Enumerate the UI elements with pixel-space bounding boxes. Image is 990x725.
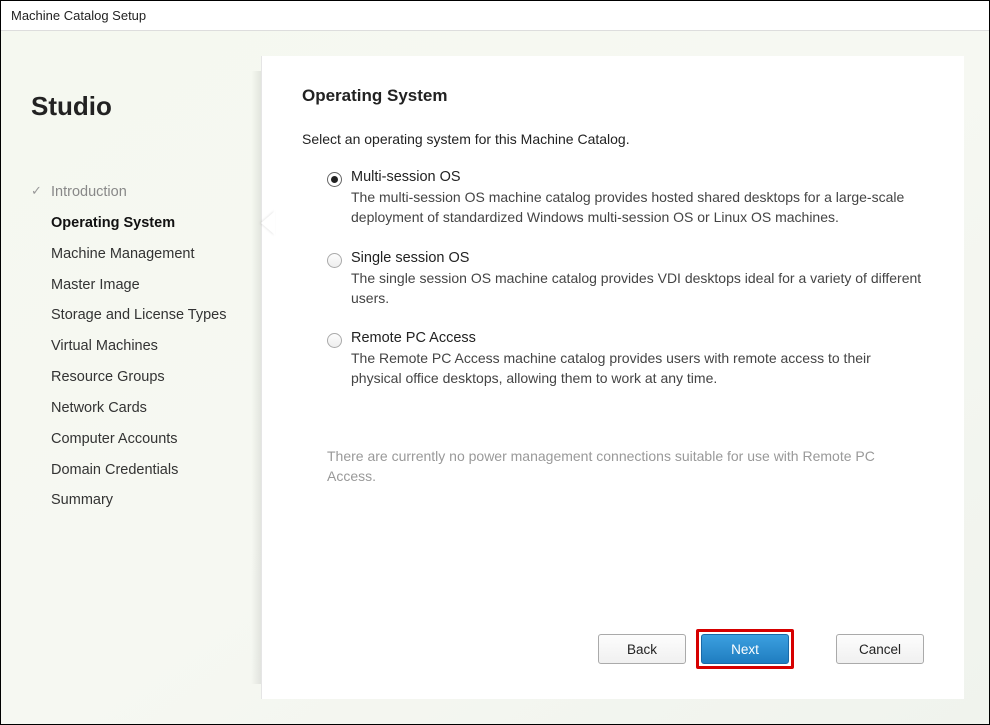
option-label: Multi-session OS [351, 169, 924, 185]
step-computer-accounts: Computer Accounts [31, 424, 261, 455]
step-storage-license-types: Storage and License Types [31, 300, 261, 331]
step-master-image: Master Image [31, 270, 261, 301]
option-description: The multi-session OS machine catalog pro… [351, 187, 924, 228]
option-single-session-os[interactable]: Single session OS The single session OS … [327, 250, 924, 309]
option-label: Single session OS [351, 250, 924, 266]
cancel-button[interactable]: Cancel [836, 634, 924, 664]
step-summary: Summary [31, 485, 261, 516]
os-options: Multi-session OS The multi-session OS ma… [302, 169, 924, 411]
radio-remote-pc-access[interactable] [327, 333, 342, 348]
page-title: Operating System [302, 86, 924, 106]
step-machine-management: Machine Management [31, 239, 261, 270]
step-network-cards: Network Cards [31, 393, 261, 424]
wizard-buttons: Back Next Cancel [302, 609, 924, 669]
step-virtual-machines: Virtual Machines [31, 331, 261, 362]
window-title: Machine Catalog Setup [11, 8, 146, 23]
main-panel: Operating System Select an operating sys… [261, 56, 964, 699]
option-label: Remote PC Access [351, 330, 924, 346]
back-button[interactable]: Back [598, 634, 686, 664]
instruction-text: Select an operating system for this Mach… [302, 131, 924, 147]
option-remote-pc-access[interactable]: Remote PC Access The Remote PC Access ma… [327, 330, 924, 389]
step-introduction[interactable]: Introduction [31, 177, 261, 208]
next-button-highlight: Next [696, 629, 794, 669]
next-button[interactable]: Next [701, 634, 789, 664]
info-note: There are currently no power management … [302, 446, 924, 487]
window-titlebar: Machine Catalog Setup [1, 1, 989, 31]
option-description: The Remote PC Access machine catalog pro… [351, 348, 924, 389]
brand-title: Studio [31, 91, 261, 122]
wizard-sidebar: Studio Introduction Operating System Mac… [1, 31, 261, 724]
option-multi-session-os[interactable]: Multi-session OS The multi-session OS ma… [327, 169, 924, 228]
radio-single-session-os[interactable] [327, 253, 342, 268]
step-operating-system[interactable]: Operating System [31, 208, 261, 239]
content-area: Studio Introduction Operating System Mac… [1, 31, 989, 724]
step-domain-credentials: Domain Credentials [31, 455, 261, 486]
radio-multi-session-os[interactable] [327, 172, 342, 187]
wizard-window: Machine Catalog Setup Studio Introductio… [0, 0, 990, 725]
step-resource-groups: Resource Groups [31, 362, 261, 393]
option-description: The single session OS machine catalog pr… [351, 268, 924, 309]
wizard-steps: Introduction Operating System Machine Ma… [31, 177, 261, 516]
